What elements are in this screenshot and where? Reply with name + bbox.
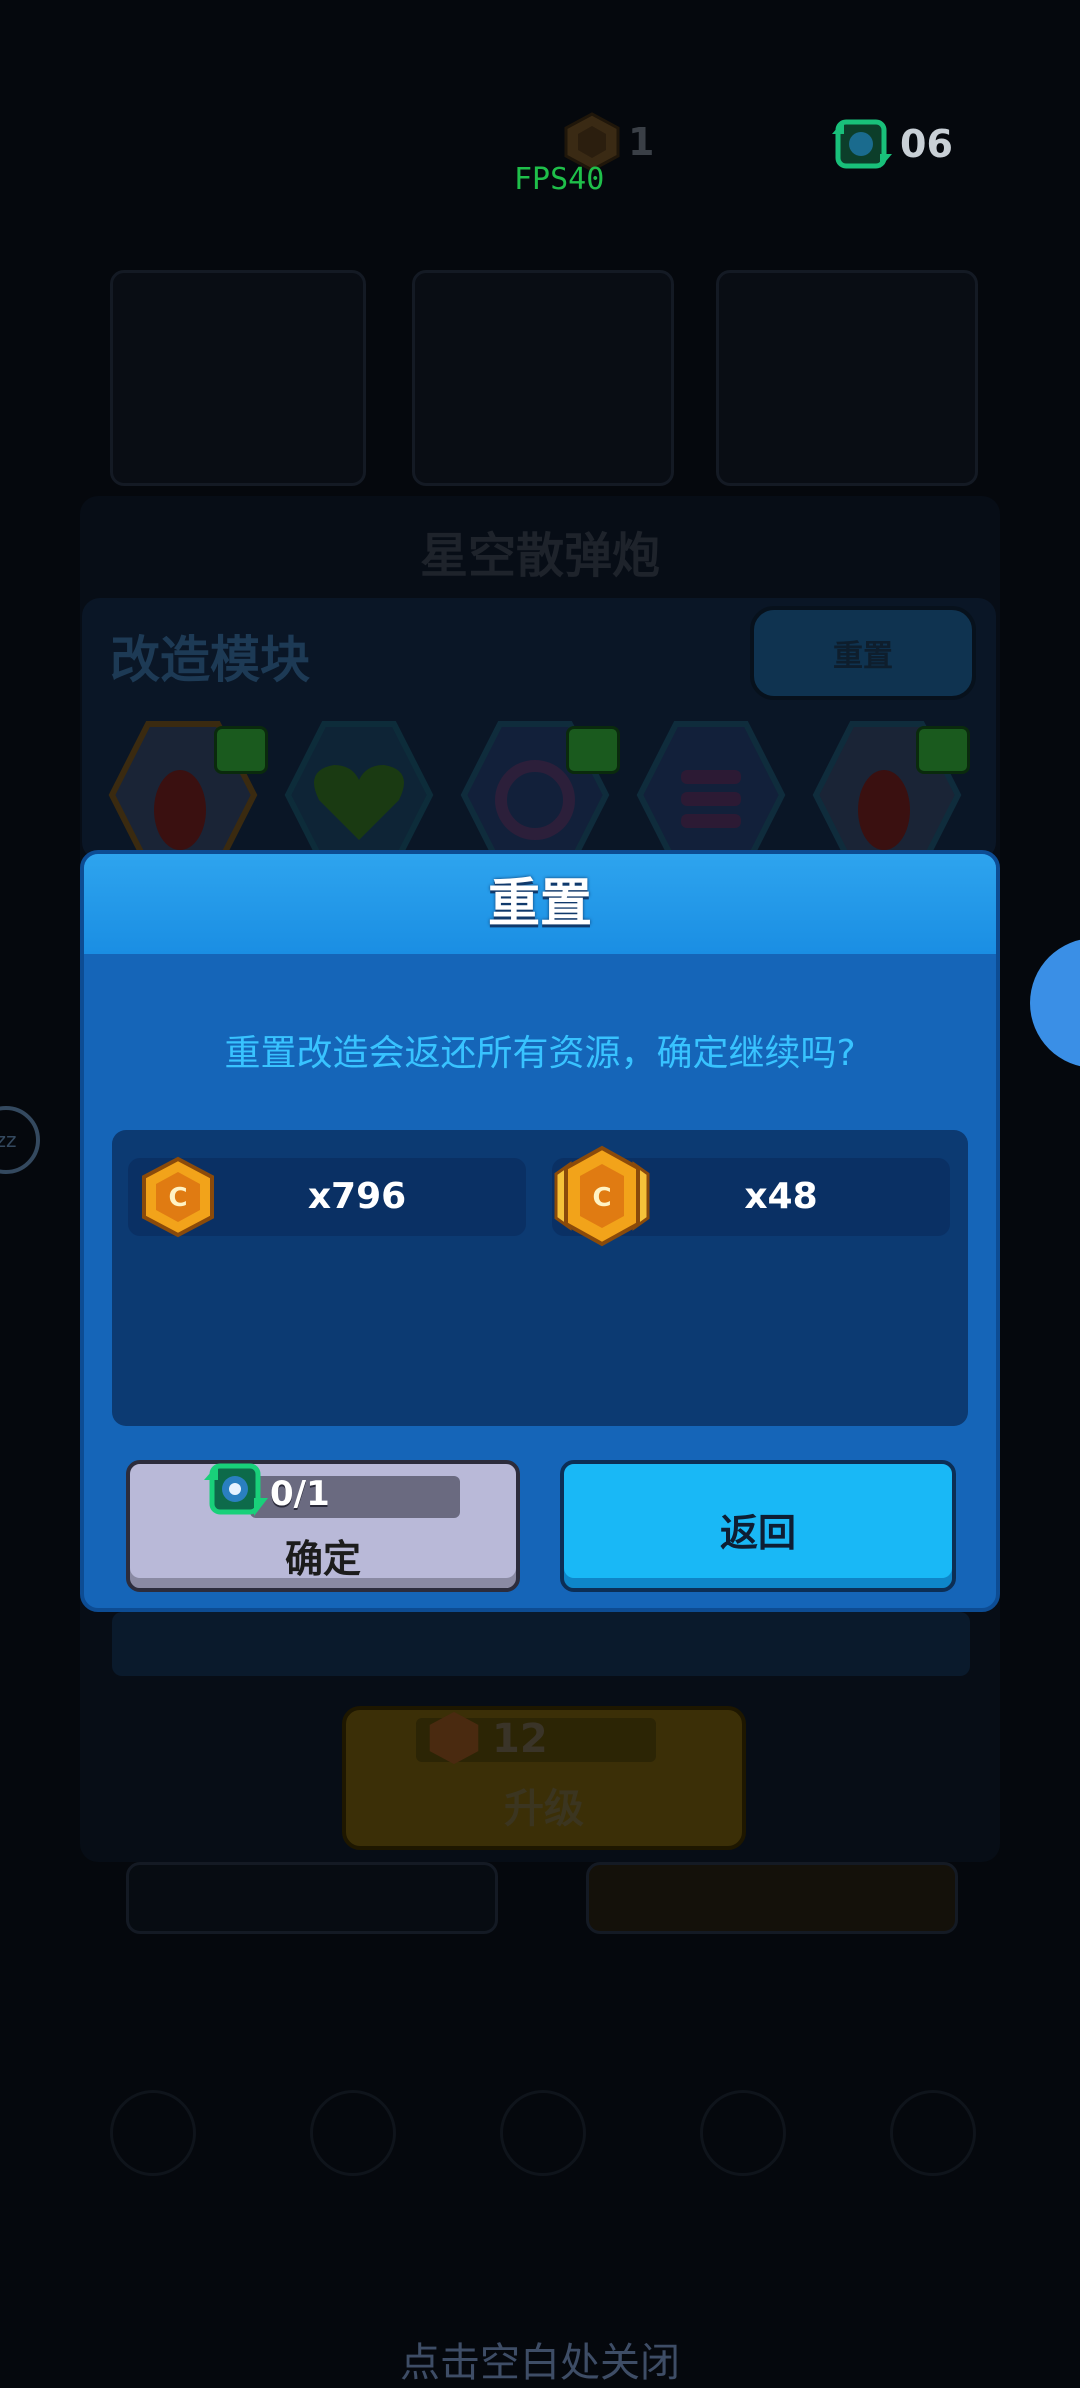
bg-weapon-card-2 xyxy=(412,270,674,486)
bg-upgrade-button: 12 升级 xyxy=(342,1706,746,1850)
bg-nav-icon-1 xyxy=(110,2090,196,2176)
refund-coin-amount: x796 xyxy=(307,1176,407,1217)
bg-nav-icon-3 xyxy=(500,2090,586,2176)
bg-upgrade-cost: 12 xyxy=(492,1716,548,1762)
dialog-message: 重置改造会返还所有资源，确定继续吗? xyxy=(224,1033,856,1074)
confirm-label: 确定 xyxy=(284,1537,361,1581)
bg-nav-icon-2 xyxy=(310,2090,396,2176)
back-label: 返回 xyxy=(719,1511,796,1555)
bg-weapon-card-1 xyxy=(110,270,366,486)
reset-token-icon xyxy=(204,1463,268,1516)
floating-assist-bubble[interactable] xyxy=(1030,938,1080,1068)
hud-badge-count: 1 xyxy=(628,120,655,164)
bg-module-slot-ammo-icon xyxy=(636,721,786,869)
bg-nav-icon-5 xyxy=(890,2090,976,2176)
bg-weapon-card-3 xyxy=(716,270,978,486)
refund-badge-amount: x48 xyxy=(744,1176,818,1217)
tap-blank-to-close-hint[interactable]: 点击空白处关闭 xyxy=(0,2330,1080,2388)
hud-reset-token-counter: 06 xyxy=(830,112,953,176)
bg-weapon-title: 星空散弹炮 xyxy=(419,528,660,584)
module-slot-check xyxy=(214,726,268,774)
bg-tab-card-left xyxy=(126,1862,498,1934)
bg-module-slot-heart-icon xyxy=(284,721,434,869)
confirm-button[interactable]: 0/1 确定 xyxy=(126,1460,520,1592)
refund-resource-badge: C x48 xyxy=(552,1145,950,1247)
back-button[interactable]: 返回 xyxy=(560,1460,956,1592)
reset-dialog: 重置 重置改造会返还所有资源，确定继续吗? C x796 C x48 0/1 确… xyxy=(80,850,1000,1612)
reset-token-icon xyxy=(832,119,892,169)
confirm-cost-text: 0/1 xyxy=(270,1474,330,1514)
fps-counter: FPS40 xyxy=(514,162,605,197)
bg-upgrade-coin-icon xyxy=(429,1711,479,1765)
bg-reset-button: 重置 xyxy=(750,606,976,700)
hud-reset-token-count: 06 xyxy=(900,122,953,166)
dialog-title: 重置 xyxy=(487,874,592,934)
refund-resources-box: C x796 C x48 xyxy=(112,1130,968,1426)
bg-upgrade-label: 升级 xyxy=(504,1786,584,1832)
bg-tab-card-right xyxy=(586,1862,958,1934)
module-slot-check xyxy=(916,726,970,774)
bg-module-info-strip xyxy=(112,1612,970,1676)
bg-nav-icon-4 xyxy=(700,2090,786,2176)
side-sleep-widget[interactable]: zz xyxy=(0,1106,40,1174)
bg-module-title: 改造模块 xyxy=(110,631,310,689)
module-slot-check xyxy=(566,726,620,774)
refund-resource-coin: C x796 xyxy=(128,1156,526,1238)
